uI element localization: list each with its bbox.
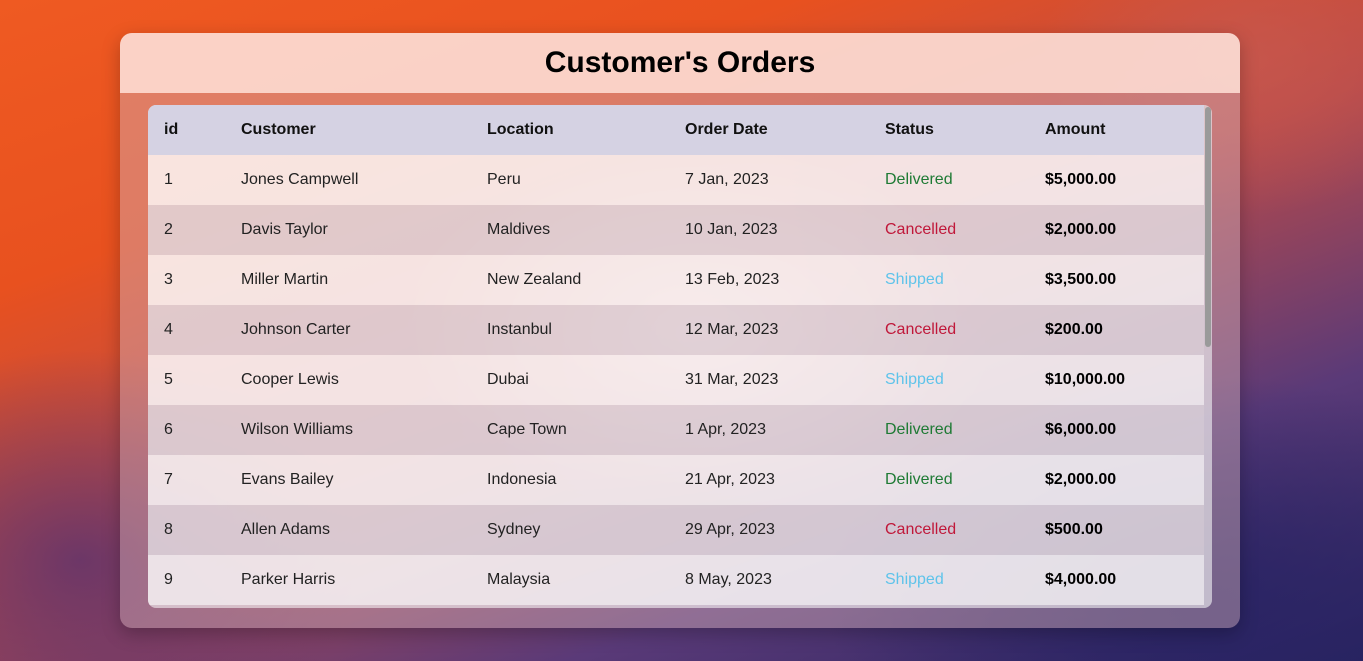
cell-location: Instanbul [487,321,552,338]
column-header-location: Location [487,121,554,138]
cell-status: Delivered [885,171,953,188]
cell-customer: Parker Harris [241,571,336,588]
cell-location: Malaysia [487,571,551,588]
cell-id: 9 [164,571,173,588]
column-header-customer: Customer [241,121,316,138]
column-header-status: Status [885,121,934,138]
cell-order-date: 1 Apr, 2023 [685,421,766,438]
table-row: 1 Jones Campwell Peru 7 Jan, 2023 Delivered $… [148,155,1204,205]
cell-id: 6 [164,421,173,438]
cell-id: 8 [164,521,173,538]
column-header-order-date: Order Date [685,121,768,138]
cell-order-date: 31 Mar, 2023 [685,371,779,388]
cell-status: Shipped [885,371,944,388]
cell-customer: Allen Adams [241,521,330,538]
cell-location: Peru [487,171,521,188]
cell-status: Shipped [885,271,944,288]
cell-customer: Wilson Williams [241,421,353,438]
cell-amount: $3,500.00 [1045,271,1117,288]
table-row: 5 Cooper Lewis Dubai 31 Mar, 2023 Shipped $10… [148,355,1204,405]
table-header: id Customer Location Order Date Status A… [148,105,1204,155]
cell-amount: $5,000.00 [1045,171,1117,188]
cell-order-date: 29 Apr, 2023 [685,521,775,538]
cell-status: Shipped [885,571,944,588]
cell-location: Indonesia [487,471,557,488]
column-header-id: id [164,121,179,138]
scrollbar-thumb[interactable] [1205,107,1211,347]
cell-id: 5 [164,371,173,388]
cell-status: Cancelled [885,521,957,538]
cell-id: 1 [164,171,173,188]
cell-amount: $2,000.00 [1045,221,1117,238]
cell-location: Sydney [487,521,541,538]
cell-amount: $200.00 [1045,321,1103,338]
cell-customer: Johnson Carter [241,321,351,338]
cell-customer: Jones Campwell [241,171,359,188]
cell-id: 3 [164,271,173,288]
cell-order-date: 10 Jan, 2023 [685,221,778,238]
cell-customer: Davis Taylor [241,221,328,238]
cell-customer: Miller Martin [241,271,329,288]
table-body: 1 Jones Campwell Peru 7 Jan, 2023 Delivered $… [148,155,1204,605]
cell-amount: $10,000.00 [1045,371,1126,388]
table-row: 8 Allen Adams Sydney 29 Apr, 2023 Cancelled $… [148,505,1204,555]
table-header-row: id Customer Location Order Date Status A… [148,105,1204,155]
cell-order-date: 13 Feb, 2023 [685,271,780,288]
cell-status: Cancelled [885,221,957,238]
table-row: 7 Evans Bailey Indonesia 21 Apr, 2023 Delive… [148,455,1204,505]
cell-status: Delivered [885,471,953,488]
cell-customer: Cooper Lewis [241,371,339,388]
cell-amount: $2,000.00 [1045,471,1117,488]
cell-amount: $6,000.00 [1045,421,1117,438]
column-header-amount: Amount [1045,121,1106,138]
orders-table-container[interactable]: id Customer Location Order Date Status A… [148,105,1212,608]
table-row: 6 Wilson Williams Cape Town 1 Apr, 2023 Deli… [148,405,1204,455]
cell-amount: $500.00 [1045,521,1103,538]
cell-id: 7 [164,471,173,488]
cell-status: Cancelled [885,321,957,338]
orders-card: Customer's Orders id Customer Location O… [120,33,1240,628]
cell-location: Cape Town [487,421,567,438]
cell-location: Maldives [487,221,551,238]
cell-order-date: 12 Mar, 2023 [685,321,779,338]
table-row: 4 Johnson Carter Instanbul 12 Mar, 2023 Canc… [148,305,1204,355]
table-row: 3 Miller Martin New Zealand 13 Feb, 2023 Shi… [148,255,1204,305]
cell-id: 4 [164,321,173,338]
cell-order-date: 8 May, 2023 [685,571,772,588]
card-header: Customer's Orders [120,33,1240,93]
cell-order-date: 7 Jan, 2023 [685,171,769,188]
table-row: 9 Parker Harris Malaysia 8 May, 2023 Shipped… [148,555,1204,605]
cell-order-date: 21 Apr, 2023 [685,471,775,488]
orders-table: id Customer Location Order Date Status A… [148,105,1204,605]
vertical-scrollbar[interactable] [1204,105,1212,608]
cell-location: Dubai [487,371,529,388]
cell-status: Delivered [885,421,953,438]
cell-customer: Evans Bailey [241,471,334,488]
cell-location: New Zealand [487,271,582,288]
cell-id: 2 [164,221,173,238]
table-row: 2 Davis Taylor Maldives 10 Jan, 2023 Cancell… [148,205,1204,255]
page-title: Customer's Orders [544,46,816,79]
cell-amount: $4,000.00 [1045,571,1117,588]
